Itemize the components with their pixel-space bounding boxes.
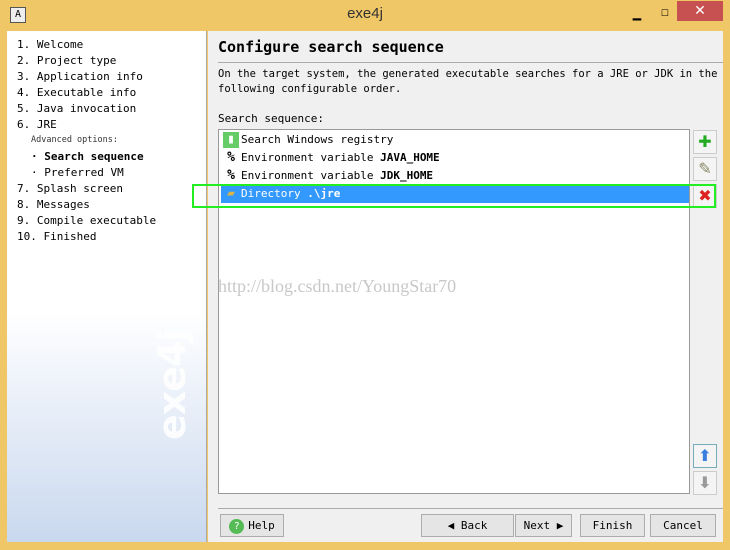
back-label: Back [460, 519, 488, 532]
add-button[interactable]: ✚ [693, 130, 717, 154]
divider [218, 62, 723, 63]
next-button[interactable]: Next ▶ [515, 514, 572, 537]
divider [218, 508, 723, 509]
step-messages[interactable]: 8. Messages [17, 198, 90, 211]
help-label: Help [248, 519, 275, 532]
step-jre[interactable]: 6. JRE [17, 118, 57, 131]
highlight-box [192, 184, 716, 208]
step-welcome[interactable]: 1. Welcome [17, 38, 83, 51]
move-up-button[interactable]: ⬆ [693, 444, 717, 468]
step-preferred-vm[interactable]: · Preferred VM [31, 166, 124, 179]
list-item[interactable]: ▮ Search Windows registry [221, 131, 689, 149]
maximize-button[interactable]: ☐ [655, 5, 675, 25]
plus-icon: ✚ [698, 132, 712, 151]
left-arrow-icon: ◀ [447, 519, 461, 532]
item-value: JDK_HOME [380, 169, 434, 182]
arrow-up-icon: ⬆ [698, 446, 712, 465]
step-application-info[interactable]: 3. Application info [17, 70, 143, 83]
close-button[interactable]: ✕ [677, 1, 723, 21]
list-item[interactable]: % Environment variable JDK_HOME [221, 167, 689, 185]
right-arrow-icon: ▶ [550, 519, 564, 532]
exe4j-logo: exe4j [150, 329, 194, 440]
move-down-button: ⬇ [693, 471, 717, 495]
step-splash-screen[interactable]: 7. Splash screen [17, 182, 123, 195]
page-title: Configure search sequence [218, 38, 444, 56]
list-item[interactable]: % Environment variable JAVA_HOME [221, 149, 689, 167]
step-finished[interactable]: 10. Finished [17, 230, 96, 243]
arrow-down-icon: ⬇ [698, 473, 712, 492]
watermark: http://blog.csdn.net/YoungStar70 [218, 276, 457, 296]
window-title: exe4j [347, 5, 383, 22]
help-button[interactable]: ? Help [220, 514, 284, 537]
step-search-sequence[interactable]: · Search sequence [31, 150, 144, 163]
item-label: Environment variable [241, 151, 381, 164]
step-project-type[interactable]: 2. Project type [17, 54, 116, 67]
step-java-invocation[interactable]: 5. Java invocation [17, 102, 136, 115]
edit-button[interactable]: ✎ [693, 157, 717, 181]
back-button[interactable]: ◀ Back [421, 514, 514, 537]
wizard-steps-sidebar: 1. Welcome 2. Project type 3. Applicatio… [7, 31, 207, 542]
item-label: Search Windows registry [241, 133, 394, 146]
percent-icon: % [227, 168, 235, 183]
advanced-options-label: Advanced options: [31, 135, 118, 145]
step-executable-info[interactable]: 4. Executable info [17, 86, 136, 99]
next-label: Next [523, 519, 551, 532]
description: On the target system, the generated exec… [218, 68, 718, 95]
edit-icon: ✎ [698, 159, 712, 178]
registry-icon: ▮ [223, 132, 239, 148]
finish-button[interactable]: Finish [580, 514, 645, 537]
cancel-button[interactable]: Cancel [650, 514, 716, 537]
item-label: Environment variable [241, 169, 381, 182]
step-compile-executable[interactable]: 9. Compile executable [17, 214, 156, 227]
minimize-button[interactable]: ▁ [627, 5, 647, 25]
search-sequence-label: Search sequence: [218, 112, 324, 125]
item-value: JAVA_HOME [380, 151, 440, 164]
percent-icon: % [227, 150, 235, 165]
title-bar: A exe4j ▁ ☐ ✕ [0, 0, 730, 30]
help-icon: ? [229, 519, 245, 534]
